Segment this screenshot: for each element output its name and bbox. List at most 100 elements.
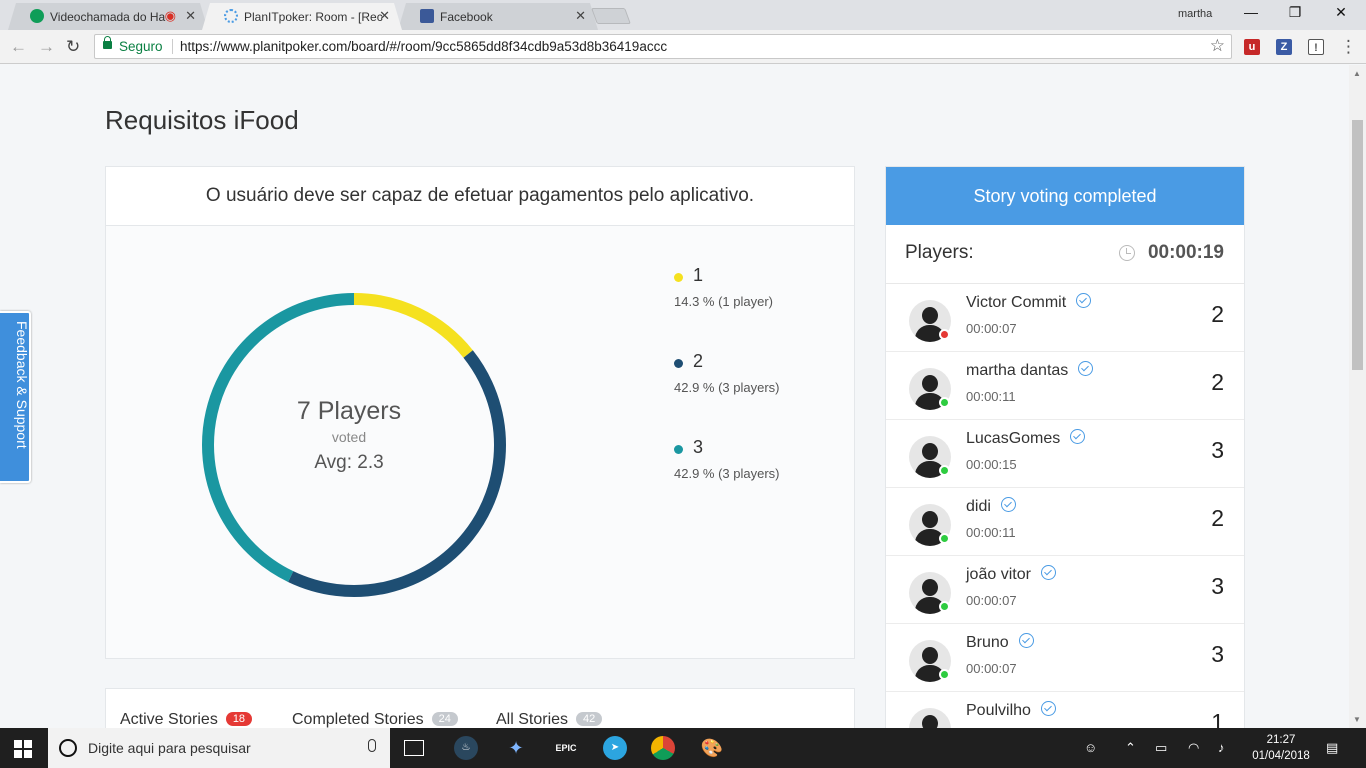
- count-badge: 42: [576, 712, 603, 726]
- player-vote-time: 00:00:07: [966, 321, 1017, 336]
- taskbar-search-box[interactable]: Digite aqui para pesquisar: [48, 728, 390, 768]
- legend-percent: 42.9 % (3 players): [674, 466, 780, 481]
- player-name: Bruno: [966, 633, 1034, 652]
- player-vote-time: 00:00:07: [966, 661, 1017, 676]
- loading-icon: [224, 9, 238, 23]
- average-vote: Avg: 2.3: [314, 452, 384, 473]
- tray-chevron-icon[interactable]: ⌃: [1125, 740, 1136, 756]
- clock-date: 01/04/2018: [1252, 750, 1310, 762]
- windows-taskbar: Digite aqui para pesquisar ♨ ✦ EPIC ➤ 🎨 …: [0, 728, 1366, 768]
- player-vote: 3: [1211, 573, 1224, 599]
- voted-check-icon: [1000, 497, 1016, 512]
- online-status-dot: [939, 329, 950, 340]
- browser-tab-planitpoker[interactable]: PlanITpoker: Room - [Rec ✕: [202, 3, 402, 30]
- address-bar[interactable]: Seguro https://www.planitpoker.com/board…: [94, 34, 1232, 59]
- profile-name[interactable]: martha: [1178, 8, 1212, 20]
- legend-value: 2: [693, 351, 704, 371]
- count-badge: 24: [431, 712, 458, 726]
- feedback-support-button[interactable]: Feedback & Support: [0, 311, 31, 483]
- steam-icon[interactable]: ♨: [454, 736, 478, 760]
- battlenet-icon[interactable]: ✦: [504, 736, 528, 760]
- wifi-icon[interactable]: ◠: [1188, 740, 1199, 756]
- people-icon[interactable]: ☺: [1084, 740, 1097, 755]
- player-row: Bruno 00:00:07 3: [886, 624, 1244, 692]
- paint-icon[interactable]: 🎨: [700, 736, 724, 760]
- windows-start-icon[interactable]: [14, 740, 32, 758]
- voting-status-banner: Story voting completed: [886, 167, 1244, 225]
- epic-games-icon[interactable]: EPIC: [554, 736, 578, 760]
- online-status-dot: [939, 465, 950, 476]
- tab-all-stories[interactable]: All Stories 42: [496, 711, 603, 728]
- scrollbar-thumb[interactable]: [1352, 120, 1363, 370]
- telegram-icon[interactable]: ➤: [603, 736, 627, 760]
- legend-value: 3: [693, 437, 704, 457]
- player-row: LucasGomes 00:00:15 3: [886, 420, 1244, 488]
- chrome-menu-icon[interactable]: ⋮: [1340, 37, 1357, 57]
- avatar: [909, 708, 951, 728]
- battery-icon[interactable]: ▭: [1155, 740, 1167, 756]
- lightbulb-extension-icon[interactable]: !: [1308, 39, 1324, 55]
- browser-tab-facebook[interactable]: Facebook ✕: [398, 3, 598, 30]
- tab-active-stories[interactable]: Active Stories 18: [120, 711, 253, 728]
- player-name: LucasGomes: [966, 429, 1086, 448]
- players-label: Players:: [905, 242, 974, 263]
- player-name: Poulvilho: [966, 701, 1056, 720]
- tab-label: Completed Stories: [292, 711, 424, 728]
- zotero-extension-icon[interactable]: Z: [1276, 39, 1292, 55]
- taskbar-clock[interactable]: 21:27 01/04/2018: [1249, 732, 1313, 764]
- task-view-icon[interactable]: [404, 740, 424, 756]
- voted-check-icon: [1078, 361, 1094, 376]
- tab-label: Active Stories: [120, 711, 218, 728]
- tab-close-icon[interactable]: ✕: [185, 8, 196, 24]
- count-badge: 18: [225, 712, 253, 726]
- legend-dot: [674, 359, 683, 368]
- microphone-icon[interactable]: [368, 739, 376, 752]
- ublock-extension-icon[interactable]: u: [1244, 39, 1260, 55]
- back-icon[interactable]: ←: [10, 37, 27, 57]
- volume-icon[interactable]: ♪: [1218, 740, 1225, 755]
- notifications-icon[interactable]: ▤: [1326, 740, 1338, 756]
- bookmark-star-icon[interactable]: ☆: [1210, 36, 1225, 56]
- player-vote: 2: [1211, 301, 1224, 327]
- restore-icon[interactable]: ❐: [1272, 4, 1318, 21]
- legend-dot: [674, 273, 683, 282]
- tab-close-icon[interactable]: ✕: [379, 8, 390, 24]
- reload-icon[interactable]: ↻: [66, 37, 80, 57]
- player-name: martha dantas: [966, 361, 1094, 380]
- new-tab-button[interactable]: [591, 8, 631, 24]
- forward-icon[interactable]: →: [38, 37, 55, 57]
- player-row: Victor Commit 00:00:07 2: [886, 284, 1244, 352]
- url-text[interactable]: https://www.planitpoker.com/board/#/room…: [180, 39, 667, 54]
- legend-value: 1: [693, 265, 704, 285]
- close-window-icon[interactable]: ✕: [1318, 4, 1364, 21]
- donut-summary: 7 Players voted Avg: 2.3: [254, 397, 444, 474]
- browser-toolbar: ← → ↻ Seguro https://www.planitpoker.com…: [0, 30, 1366, 64]
- story-tabs: Active Stories 18 Completed Stories 24 All…: [105, 688, 855, 728]
- scroll-down-icon[interactable]: ▼: [1353, 715, 1361, 724]
- cortana-icon: [59, 739, 77, 757]
- story-title: O usuário deve ser capaz de efetuar paga…: [106, 167, 854, 226]
- voting-timer: 00:00:19: [1147, 242, 1224, 263]
- page-scrollbar[interactable]: ▲ ▼: [1349, 65, 1366, 728]
- lock-icon: [103, 36, 112, 49]
- scroll-up-icon[interactable]: ▲: [1353, 69, 1361, 78]
- recording-icon: ◉: [164, 8, 176, 23]
- voted-check-icon: [1070, 429, 1086, 444]
- legend-dot: [674, 445, 683, 454]
- legend-percent: 42.9 % (3 players): [674, 380, 780, 395]
- voted-check-icon: [1018, 633, 1034, 648]
- online-status-dot: [939, 669, 950, 680]
- players-count: 7 Players: [296, 397, 402, 425]
- online-status-dot: [939, 533, 950, 544]
- facebook-icon: [420, 9, 434, 23]
- chrome-icon[interactable]: [651, 736, 675, 760]
- voted-check-icon: [1076, 293, 1092, 308]
- tab-close-icon[interactable]: ✕: [575, 8, 586, 24]
- browser-tab-hangouts[interactable]: Videochamada do Ha ◉ ✕: [8, 3, 208, 30]
- minimize-icon[interactable]: —: [1228, 4, 1274, 20]
- player-name: joão vitor: [966, 565, 1056, 584]
- tab-label: All Stories: [496, 711, 569, 728]
- room-title: Requisitos iFood: [105, 105, 299, 135]
- tab-completed-stories[interactable]: Completed Stories 24: [292, 711, 458, 728]
- online-status-dot: [939, 601, 950, 612]
